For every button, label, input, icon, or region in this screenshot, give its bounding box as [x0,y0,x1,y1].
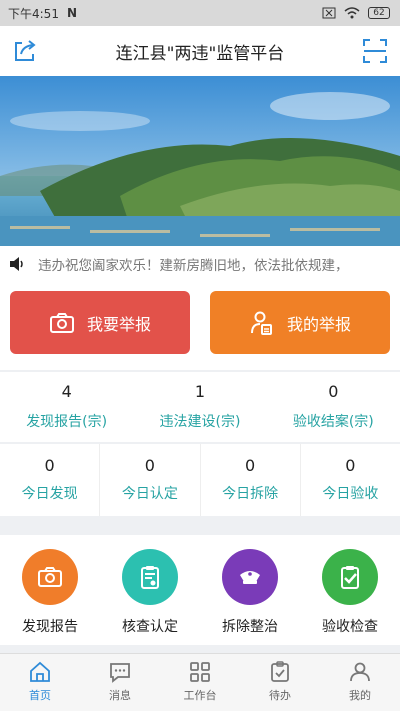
stat-value: 0 [144,456,155,475]
stat-label: 违法建设(宗) [159,414,241,430]
tab-label: 首页 [29,689,51,702]
check-clipboard-icon [322,549,378,605]
message-icon [110,663,130,683]
tab-home[interactable]: 首页 [0,654,80,711]
user-document-icon [250,311,272,335]
quick-demolish[interactable]: 拆除整治 [200,535,300,645]
clipboard-icon [122,549,178,605]
quick-label: 验收检查 [322,619,378,635]
report-button[interactable]: 我要举报 [10,291,190,354]
tab-label: 消息 [109,689,131,702]
user-icon [350,662,370,682]
camera-icon [49,312,74,333]
stat-value: 4 [61,382,72,401]
stat-label: 今日发现 [21,486,78,502]
battery-icon: 62 [368,7,390,19]
notice-bar[interactable]: 违办祝您阖家欢乐！建新房腾旧地，依法批依规建， [0,246,400,282]
tab-label: 我的 [349,689,371,702]
stat-label: 今日拆除 [222,486,279,502]
share-icon[interactable] [12,38,38,64]
stat-value: 1 [194,382,206,401]
tab-label: 工作台 [183,689,217,702]
status-bar: 下午4:51 N 62 [0,0,400,26]
my-report-button-label: 我的举报 [286,314,351,334]
n-logo-icon: N [66,6,77,20]
tab-profile[interactable]: 我的 [320,654,400,711]
scan-icon[interactable] [362,38,388,64]
tab-messages[interactable]: 消息 [80,654,160,711]
stat-found-reports[interactable]: 4 发现报告(宗) [0,372,133,442]
bottom-tab-bar: 首页 消息 工作台 待办 我的 [0,653,400,711]
quick-label: 核查认定 [122,619,178,635]
tab-label: 待办 [269,689,291,702]
today-demolished[interactable]: 0 今日拆除 [199,444,300,516]
today-accepted[interactable]: 0 今日验收 [299,444,400,516]
quick-found-report[interactable]: 发现报告 [0,535,100,645]
today-found[interactable]: 0 今日发现 [0,444,99,516]
report-button-label: 我要举报 [86,314,151,334]
quick-accept-check[interactable]: 验收检查 [300,535,400,645]
todo-icon [271,661,289,682]
stat-value: 0 [328,382,339,401]
page-title: 连江县"两违"监管平台 [115,43,285,64]
stat-label: 今日认定 [121,486,178,502]
home-icon [30,661,50,682]
quick-label: 拆除整治 [222,619,278,635]
tab-todo[interactable]: 待办 [240,654,320,711]
my-report-button[interactable]: 我的举报 [210,291,390,354]
stat-closed-cases[interactable]: 0 验收结案(宗) [267,372,400,442]
close-box-icon [322,7,336,19]
banner-image[interactable] [0,76,400,246]
stats-today: 0 今日发现 0 今日认定 0 今日拆除 0 今日验收 [0,444,400,516]
camera-icon [22,549,78,605]
stat-label: 验收结案(宗) [292,414,374,430]
quick-verify[interactable]: 核查认定 [100,535,200,645]
today-confirmed[interactable]: 0 今日认定 [99,444,199,516]
quick-actions: 发现报告 核查认定 拆除整治 验收检查 [0,535,400,645]
coastal-landscape-image [0,76,400,246]
stat-label: 今日验收 [322,486,379,502]
quick-label: 发现报告 [22,619,78,635]
stat-value: 0 [245,456,256,475]
stat-value: 0 [345,456,356,475]
speaker-icon [10,257,23,271]
tab-workbench[interactable]: 工作台 [160,654,240,711]
stat-value: 0 [44,456,55,475]
notice-text: 违办祝您阖家欢乐！建新房腾旧地，依法批依规建， [38,258,349,274]
wifi-icon [344,7,360,19]
action-area: 我要举报 我的举报 [0,282,400,370]
stat-illegal-builds[interactable]: 1 违法建设(宗) [133,372,266,442]
stats-summary: 4 发现报告(宗) 1 违法建设(宗) 0 验收结案(宗) [0,372,400,442]
grid-icon [190,662,210,682]
police-cap-icon [222,549,278,605]
app-header: 连江县"两违"监管平台 [0,26,400,76]
stat-label: 发现报告(宗) [26,414,108,430]
status-time: 下午4:51 [8,6,59,21]
